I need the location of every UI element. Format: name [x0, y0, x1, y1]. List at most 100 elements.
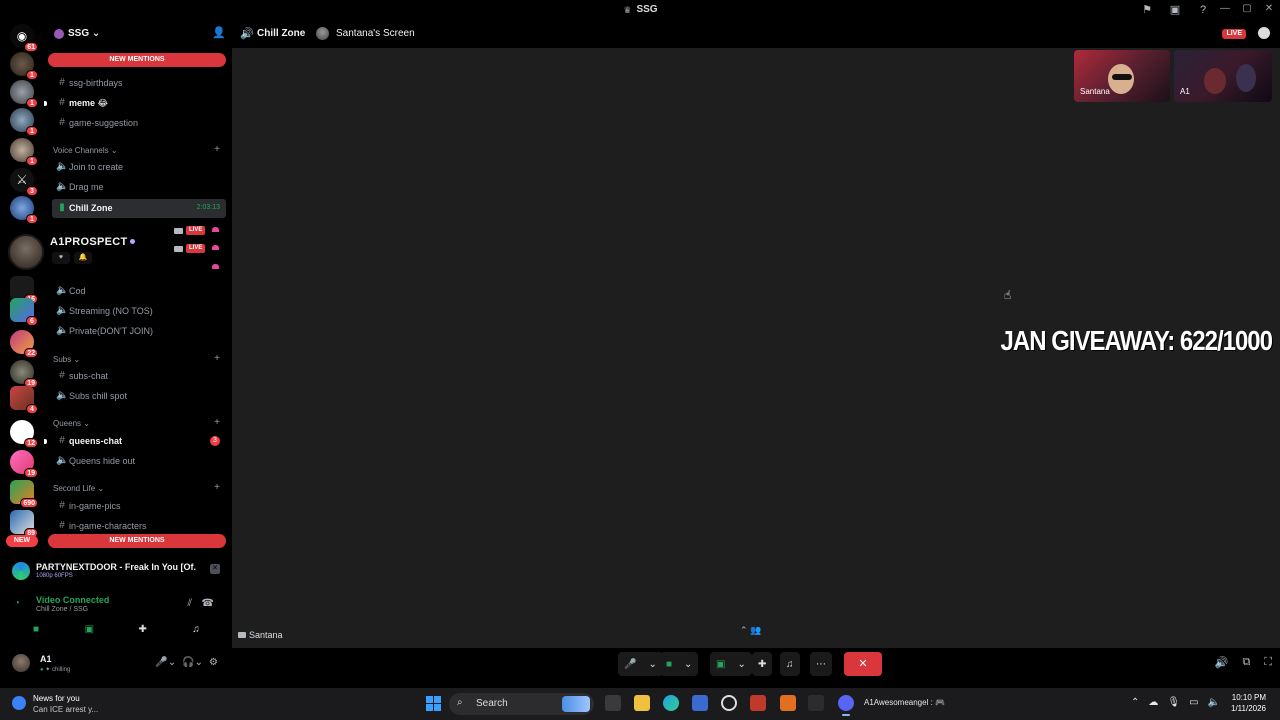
screen-share-control[interactable]: ▣ ⌄	[710, 652, 752, 676]
channel-private[interactable]: 🔈 Private(DON'T JOIN)	[52, 322, 226, 341]
channel-drag-me[interactable]: 🔈 Drag me	[52, 178, 226, 197]
channel-streaming[interactable]: 🔈 Streaming (NO TOS)	[52, 302, 226, 321]
server-folder-icon[interactable]: 6	[10, 298, 38, 326]
camera-toggle-icon[interactable]: ■	[16, 622, 56, 638]
gear-icon[interactable]: ⚙	[209, 657, 218, 668]
channel-chill-zone[interactable]: ▮ Chill Zone 2:03:13	[52, 199, 226, 218]
close-button[interactable]: ✕	[1258, 0, 1280, 20]
server-icon[interactable]: 12	[10, 420, 38, 448]
popout-icon[interactable]: ⧉	[1242, 656, 1250, 669]
server-icon[interactable]: ⚔ 3	[10, 168, 38, 196]
voice-location[interactable]: Chill Zone / SSG	[36, 606, 88, 613]
invite-people-icon[interactable]: 👤	[212, 26, 226, 39]
channel-game-suggestion[interactable]: # game-suggestion	[52, 114, 226, 133]
server-folder-icon[interactable]: 4	[10, 386, 38, 414]
server-folder-icon[interactable]: 89	[10, 510, 38, 538]
app-icon[interactable]	[721, 695, 737, 711]
flag-icon[interactable]: ⚑	[1140, 3, 1154, 17]
screen-share-icon[interactable]: ▣	[710, 659, 731, 670]
chevron-down-icon[interactable]: ⌄	[731, 659, 751, 670]
store-icon[interactable]	[692, 695, 708, 711]
channel-subs-chill-spot[interactable]: 🔈 Subs chill spot	[52, 387, 226, 406]
activities-icon[interactable]: ✚	[752, 659, 772, 670]
noise-suppression-icon[interactable]: ⫽	[188, 598, 192, 609]
app-icon[interactable]	[808, 695, 824, 711]
voice-status[interactable]: Video Connected	[36, 595, 109, 605]
heart-icon[interactable]: ♥	[52, 252, 70, 264]
network-icon[interactable]: ☁	[1148, 697, 1158, 708]
add-channel-icon[interactable]: +	[214, 353, 220, 364]
mic-icon[interactable]: 🎤	[618, 659, 642, 670]
camera-icon[interactable]: ■	[660, 659, 678, 670]
clock[interactable]: 10:10 PM 1/11/2026	[1231, 692, 1266, 714]
category-second-life[interactable]: Second Life ⌄ +	[52, 482, 226, 496]
channel-subs-chat[interactable]: # subs-chat	[52, 367, 226, 386]
file-explorer-icon[interactable]	[634, 695, 650, 711]
server-icon[interactable]: 1	[10, 108, 38, 136]
server-folder-icon[interactable]: 16	[10, 276, 38, 304]
volume-icon[interactable]: 🔈	[1208, 697, 1220, 708]
help-icon[interactable]: ?	[1196, 3, 1210, 17]
channel-in-game-pics[interactable]: # in-game-pics	[52, 497, 226, 516]
participant-tile[interactable]: Santana	[1074, 50, 1170, 102]
task-view-icon[interactable]	[605, 695, 621, 711]
add-channel-icon[interactable]: +	[214, 417, 220, 428]
expand-participants-icon[interactable]: ⌃ 👥	[740, 625, 761, 636]
category-voice-channels[interactable]: Voice Channels ⌄ +	[52, 144, 226, 158]
new-servers-indicator[interactable]: NEW	[6, 535, 38, 547]
stage-channel-name[interactable]: Chill Zone	[257, 28, 305, 39]
taskbar-search[interactable]: ⌕ Search	[449, 693, 594, 715]
chat-bubble-icon[interactable]	[1258, 27, 1270, 39]
server-icon[interactable]: 19	[10, 450, 38, 478]
server-icon[interactable]: 1	[10, 138, 38, 166]
fullscreen-icon[interactable]: ⛶	[1264, 656, 1272, 669]
add-channel-icon[interactable]: +	[214, 144, 220, 155]
channel-queens-chat[interactable]: # queens-chat 3	[44, 432, 226, 451]
soundboard-icon[interactable]: ♫	[176, 622, 216, 638]
server-icon[interactable]: 19	[10, 360, 38, 388]
server-icon[interactable]: 1	[10, 196, 38, 224]
disconnect-button[interactable]: ✕	[844, 652, 882, 676]
bell-icon[interactable]: 🔔	[74, 252, 92, 264]
now-playing[interactable]: PARTYNEXTDOOR - Freak In You [Of... 1080…	[8, 560, 224, 584]
server-folder-icon[interactable]: 690	[10, 480, 38, 508]
more-options-button[interactable]: ⋯	[810, 652, 832, 676]
username[interactable]: A1	[40, 654, 52, 664]
disconnect-phone-icon[interactable]: ☎	[202, 598, 214, 609]
channel-join-to-create[interactable]: 🔈 Join to create	[52, 158, 226, 177]
ellipsis-icon[interactable]: ⋯	[810, 659, 832, 670]
channel-meme[interactable]: # meme 😂	[44, 94, 226, 113]
avatar[interactable]	[12, 654, 30, 672]
new-mentions-banner-bottom[interactable]: NEW MENTIONS	[48, 534, 226, 548]
volume-icon[interactable]: 🔊	[1215, 656, 1229, 669]
soundboard-button[interactable]: ♫	[780, 652, 800, 676]
user-profile-popup[interactable]: A1PROSPECT ♥ 🔔	[6, 230, 146, 270]
minimize-button[interactable]: —	[1214, 0, 1236, 20]
stream-stage[interactable]: Santana A1 JAN GIVEAWAY: 622/1000 ☝ Sant…	[232, 48, 1280, 648]
activities-button[interactable]: ✚	[752, 652, 773, 676]
display-icon[interactable]: ▭	[1189, 697, 1198, 708]
mic-control[interactable]: 🎤 ⌄	[618, 652, 663, 676]
category-subs[interactable]: Subs ⌄ +	[52, 353, 226, 367]
inbox-icon[interactable]: ▣	[1168, 3, 1182, 17]
soundboard-icon[interactable]: ♫	[780, 659, 800, 670]
discord-home-icon[interactable]: ◉ 61	[10, 24, 38, 52]
channel-cod[interactable]: 🔈 Cod	[52, 282, 226, 301]
server-header[interactable]: SSG ⌄ 👤	[52, 26, 228, 42]
signal-icon[interactable]: ◔	[14, 598, 20, 609]
start-button[interactable]	[426, 696, 441, 711]
add-channel-icon[interactable]: +	[214, 482, 220, 493]
avatar[interactable]	[8, 234, 44, 270]
screen-share-icon[interactable]: ▣	[69, 622, 109, 638]
headphones-icon[interactable]: 🎧⌄	[182, 657, 203, 668]
app-icon[interactable]	[780, 695, 796, 711]
camera-control[interactable]: ■ ⌄	[660, 652, 699, 676]
server-icon[interactable]: 1	[10, 52, 38, 80]
maximize-button[interactable]: ▢	[1236, 0, 1258, 20]
mic-icon[interactable]: 🎙	[1167, 697, 1180, 708]
category-queens[interactable]: Queens ⌄ +	[52, 417, 226, 431]
activities-icon[interactable]: ✚	[123, 622, 163, 638]
channel-queens-hide-out[interactable]: 🔈 Queens hide out	[52, 452, 226, 471]
participant-tile[interactable]: A1	[1174, 50, 1272, 102]
channel-ssg-birthdays[interactable]: # ssg-birthdays	[52, 74, 226, 93]
